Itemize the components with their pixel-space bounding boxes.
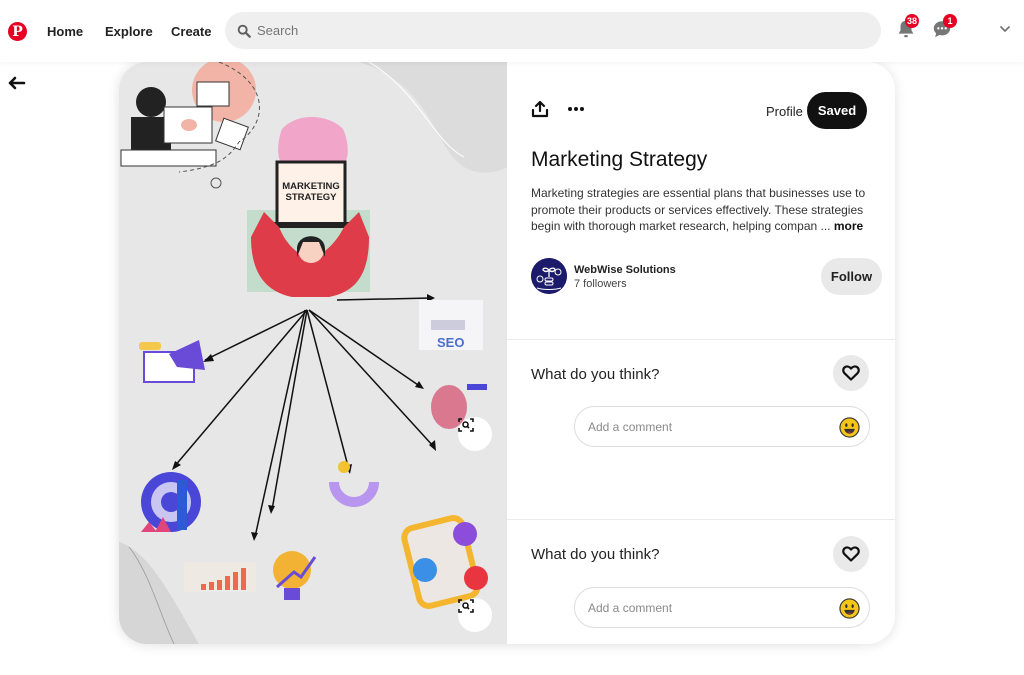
react-button[interactable] <box>833 536 869 572</box>
notifications-button[interactable]: 38 <box>895 14 920 42</box>
nav-create[interactable]: Create <box>171 24 211 39</box>
chevron-down-icon[interactable] <box>998 24 1012 34</box>
bg-shape <box>119 542 199 644</box>
pink-blob <box>278 116 348 162</box>
deco-ring <box>210 177 222 189</box>
creator-avatar[interactable] <box>531 258 567 294</box>
magnet-illustration <box>329 481 379 507</box>
desk <box>120 149 217 167</box>
pinterest-logo-icon[interactable]: P <box>8 22 27 41</box>
visual-search-button[interactable] <box>458 598 492 632</box>
pin-details-panel: Profile Saved Marketing Strategy Marketi… <box>507 62 895 644</box>
pin-image[interactable]: MARKETING STRATEGY SEO <box>119 62 507 644</box>
search-bar[interactable] <box>225 12 881 49</box>
comments-heading: What do you think? <box>531 546 660 563</box>
notifications-badge: 38 <box>905 14 920 28</box>
seo-bar <box>431 320 465 330</box>
heart-icon <box>842 365 860 381</box>
visual-search-icon <box>458 599 474 613</box>
sign-bar <box>273 222 349 228</box>
divider <box>507 339 895 340</box>
nav-home[interactable]: Home <box>47 24 83 39</box>
emoji-icon[interactable] <box>839 417 860 438</box>
description-text: Marketing strategies are essential plans… <box>531 186 866 233</box>
search-input[interactable] <box>257 23 857 38</box>
bulb-base <box>284 588 300 600</box>
follow-button[interactable]: Follow <box>821 258 882 295</box>
pin-title: Marketing Strategy <box>531 148 708 171</box>
comments-heading: What do you think? <box>531 366 660 383</box>
comment-input[interactable] <box>588 600 828 615</box>
top-nav: P Home Explore Create 38 1 <box>0 0 1024 62</box>
sign-text-line1: MARKETING <box>282 181 340 192</box>
comment-box[interactable] <box>574 406 870 447</box>
board-selector[interactable]: Profile <box>766 104 803 119</box>
share-icon[interactable] <box>531 100 549 118</box>
facebook-bubble <box>413 558 437 582</box>
pin-card: MARKETING STRATEGY SEO Profile Saved Mar… <box>119 62 895 644</box>
bg-shape <box>359 62 507 173</box>
pin-description: Marketing strategies are essential plans… <box>531 185 881 235</box>
instagram-bubble <box>453 522 477 546</box>
ellipsis-icon[interactable] <box>567 106 585 112</box>
saved-button[interactable]: Saved <box>807 92 867 129</box>
chat-bubble <box>139 342 161 350</box>
marketing-illustration: MARKETING STRATEGY SEO <box>119 62 507 644</box>
note <box>215 117 249 151</box>
comment-input[interactable] <box>588 419 828 434</box>
visual-search-icon <box>458 418 474 432</box>
deco-window <box>196 81 230 107</box>
arrows <box>173 297 435 538</box>
emoji-icon[interactable] <box>839 598 860 619</box>
follower-count: 7 followers <box>574 278 627 290</box>
nav-explore[interactable]: Explore <box>105 24 153 39</box>
laptop-logo <box>181 119 197 131</box>
more-link[interactable]: more <box>834 219 863 233</box>
magnet-person <box>338 461 350 473</box>
messages-button[interactable]: 1 <box>931 14 957 42</box>
arrow-left-icon[interactable] <box>8 75 26 91</box>
divider <box>507 519 895 520</box>
visual-search-button[interactable] <box>458 417 492 451</box>
react-button[interactable] <box>833 355 869 391</box>
coins-plant-icon <box>531 258 567 294</box>
creator-name[interactable]: WebWise Solutions <box>574 264 676 276</box>
target-person <box>177 480 187 530</box>
youtube-bubble <box>464 566 488 590</box>
worker-hair <box>136 87 166 117</box>
sign-text-line2: STRATEGY <box>285 192 337 203</box>
heart-icon <box>842 546 860 562</box>
messages-badge: 1 <box>943 14 957 28</box>
comment-box[interactable] <box>574 587 870 628</box>
seo-text: SEO <box>437 335 464 350</box>
search-icon <box>237 24 251 38</box>
head-bar <box>467 384 487 390</box>
